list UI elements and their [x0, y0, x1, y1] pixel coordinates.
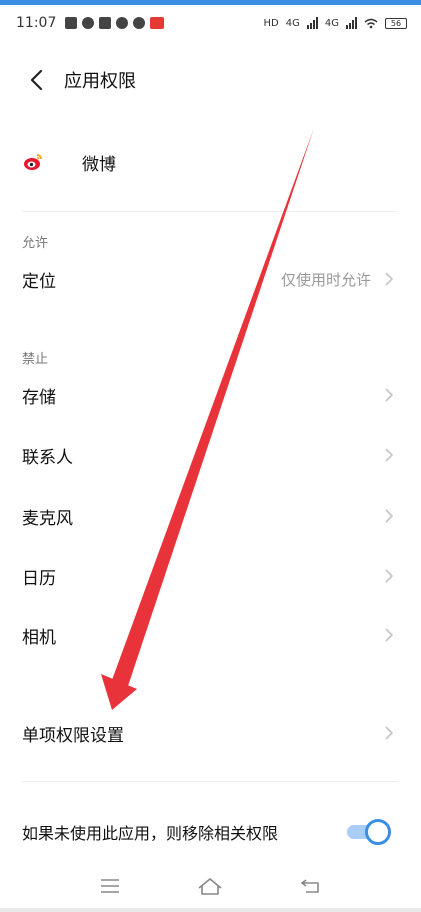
home-icon — [198, 878, 222, 895]
permission-label: 存储 — [22, 387, 56, 408]
back-arrow-icon — [30, 69, 43, 91]
chevron-right-icon — [385, 388, 393, 402]
status-time: 11:07 — [16, 15, 57, 31]
permission-row-storage[interactable]: 存储 — [0, 367, 421, 423]
permission-label: 相机 — [22, 627, 56, 648]
back-button[interactable] — [8, 58, 64, 102]
app-name: 微博 — [82, 154, 116, 175]
permission-row-location[interactable]: 定位 仅使用时允许 — [0, 251, 421, 307]
auto-remove-toggle[interactable] — [347, 819, 391, 845]
wifi-icon — [364, 18, 378, 28]
hd-badge: HD — [263, 17, 279, 29]
menu-nav-button[interactable] — [90, 866, 130, 906]
permission-row-camera[interactable]: 相机 — [0, 607, 421, 663]
permission-label: 定位 — [22, 271, 56, 292]
chevron-right-icon — [385, 628, 393, 642]
red-app-icon — [150, 17, 165, 29]
location-pin-icon — [133, 17, 146, 29]
chevron-right-icon — [385, 569, 393, 583]
auto-remove-permissions-row: 如果未使用此应用，则移除相关权限 — [0, 804, 421, 860]
weibo-notification-icon — [116, 17, 129, 29]
net-type-1: 4G — [285, 17, 300, 29]
section-label-allowed: 允许 — [22, 236, 49, 251]
weibo-app-icon — [24, 154, 42, 170]
qq-icon — [82, 17, 95, 29]
home-nav-button[interactable] — [190, 866, 230, 906]
single-permission-settings-row[interactable]: 单项权限设置 — [0, 705, 421, 761]
status-bar: 11:07 HD 4G 4G 56 — [0, 5, 421, 41]
chevron-right-icon — [385, 272, 393, 286]
permission-row-calendar[interactable]: 日历 — [0, 548, 421, 604]
signal-icon — [306, 17, 318, 29]
bottom-edge — [0, 908, 421, 912]
divider — [22, 781, 398, 782]
document-icon — [99, 17, 112, 29]
menu-icon — [101, 879, 120, 893]
system-nav-bar — [0, 862, 421, 910]
permission-label: 麦克风 — [22, 508, 73, 529]
net-type-2: 4G — [324, 17, 339, 29]
single-permission-label: 单项权限设置 — [22, 725, 124, 746]
permission-value: 仅使用时允许 — [280, 270, 371, 289]
permission-row-contacts[interactable]: 联系人 — [0, 427, 421, 483]
permission-label: 联系人 — [22, 447, 73, 468]
header: 应用权限 — [0, 58, 421, 102]
return-icon — [301, 879, 319, 893]
battery-icon: 56 — [385, 17, 407, 29]
auto-remove-label: 如果未使用此应用，则移除相关权限 — [22, 824, 279, 843]
permission-label: 日历 — [22, 568, 56, 589]
app-info-row: 微博 — [0, 136, 421, 188]
toggle-knob — [365, 819, 391, 845]
divider — [22, 211, 398, 212]
permission-row-microphone[interactable]: 麦克风 — [0, 488, 421, 544]
signal-icon-2 — [346, 17, 357, 29]
section-label-denied: 禁止 — [22, 352, 49, 367]
chevron-right-icon — [385, 509, 393, 523]
back-nav-button[interactable] — [291, 866, 331, 906]
chevron-right-icon — [385, 726, 393, 740]
chevron-right-icon — [385, 448, 393, 462]
video-app-icon — [65, 17, 78, 29]
page-title: 应用权限 — [64, 71, 136, 92]
